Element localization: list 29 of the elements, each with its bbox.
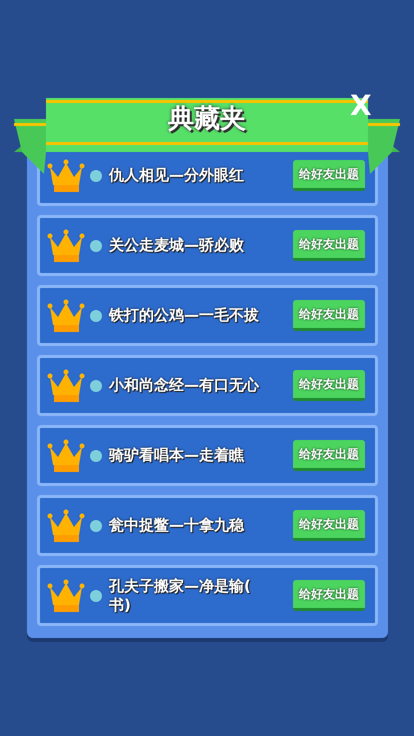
dialog-title: 典藏夹 [167, 103, 247, 136]
dot-icon [90, 380, 102, 392]
dot-icon [90, 590, 102, 602]
dot-icon [90, 450, 102, 462]
crown-icon [46, 226, 86, 264]
crown-icon [46, 576, 86, 614]
share-button[interactable]: 给好友出题 [293, 370, 365, 401]
idiom-text: 小和尚念经—有口无心 [109, 376, 259, 395]
share-button[interactable]: 给好友出题 [293, 300, 365, 331]
dot-icon [90, 310, 102, 322]
share-button[interactable]: 给好友出题 [293, 510, 365, 541]
idiom-text: 仇人相见—分外眼红 [109, 166, 245, 185]
dot-icon [90, 240, 102, 252]
idiom-text: 关公走麦城—骄必败 [109, 236, 245, 255]
share-button[interactable]: 给好友出题 [293, 440, 365, 471]
idiom-text: 铁打的公鸡—一毛不拔 [109, 306, 259, 325]
crown-icon [46, 436, 86, 474]
crown-icon [46, 296, 86, 334]
crown-icon [46, 366, 86, 404]
idiom-text: 瓮中捉鳖—十拿九稳 [109, 516, 246, 535]
crown-icon [46, 156, 86, 194]
idiom-text: 孔夫子搬家—净是输(书) [109, 576, 252, 614]
dot-icon [90, 170, 102, 182]
idiom-text: 骑驴看唱本—走着瞧 [109, 446, 246, 465]
share-button[interactable]: 给好友出题 [293, 230, 365, 261]
share-button[interactable]: 给好友出题 [293, 160, 365, 191]
dot-icon [90, 520, 102, 532]
crown-icon [46, 506, 86, 544]
share-button[interactable]: 给好友出题 [293, 580, 365, 611]
